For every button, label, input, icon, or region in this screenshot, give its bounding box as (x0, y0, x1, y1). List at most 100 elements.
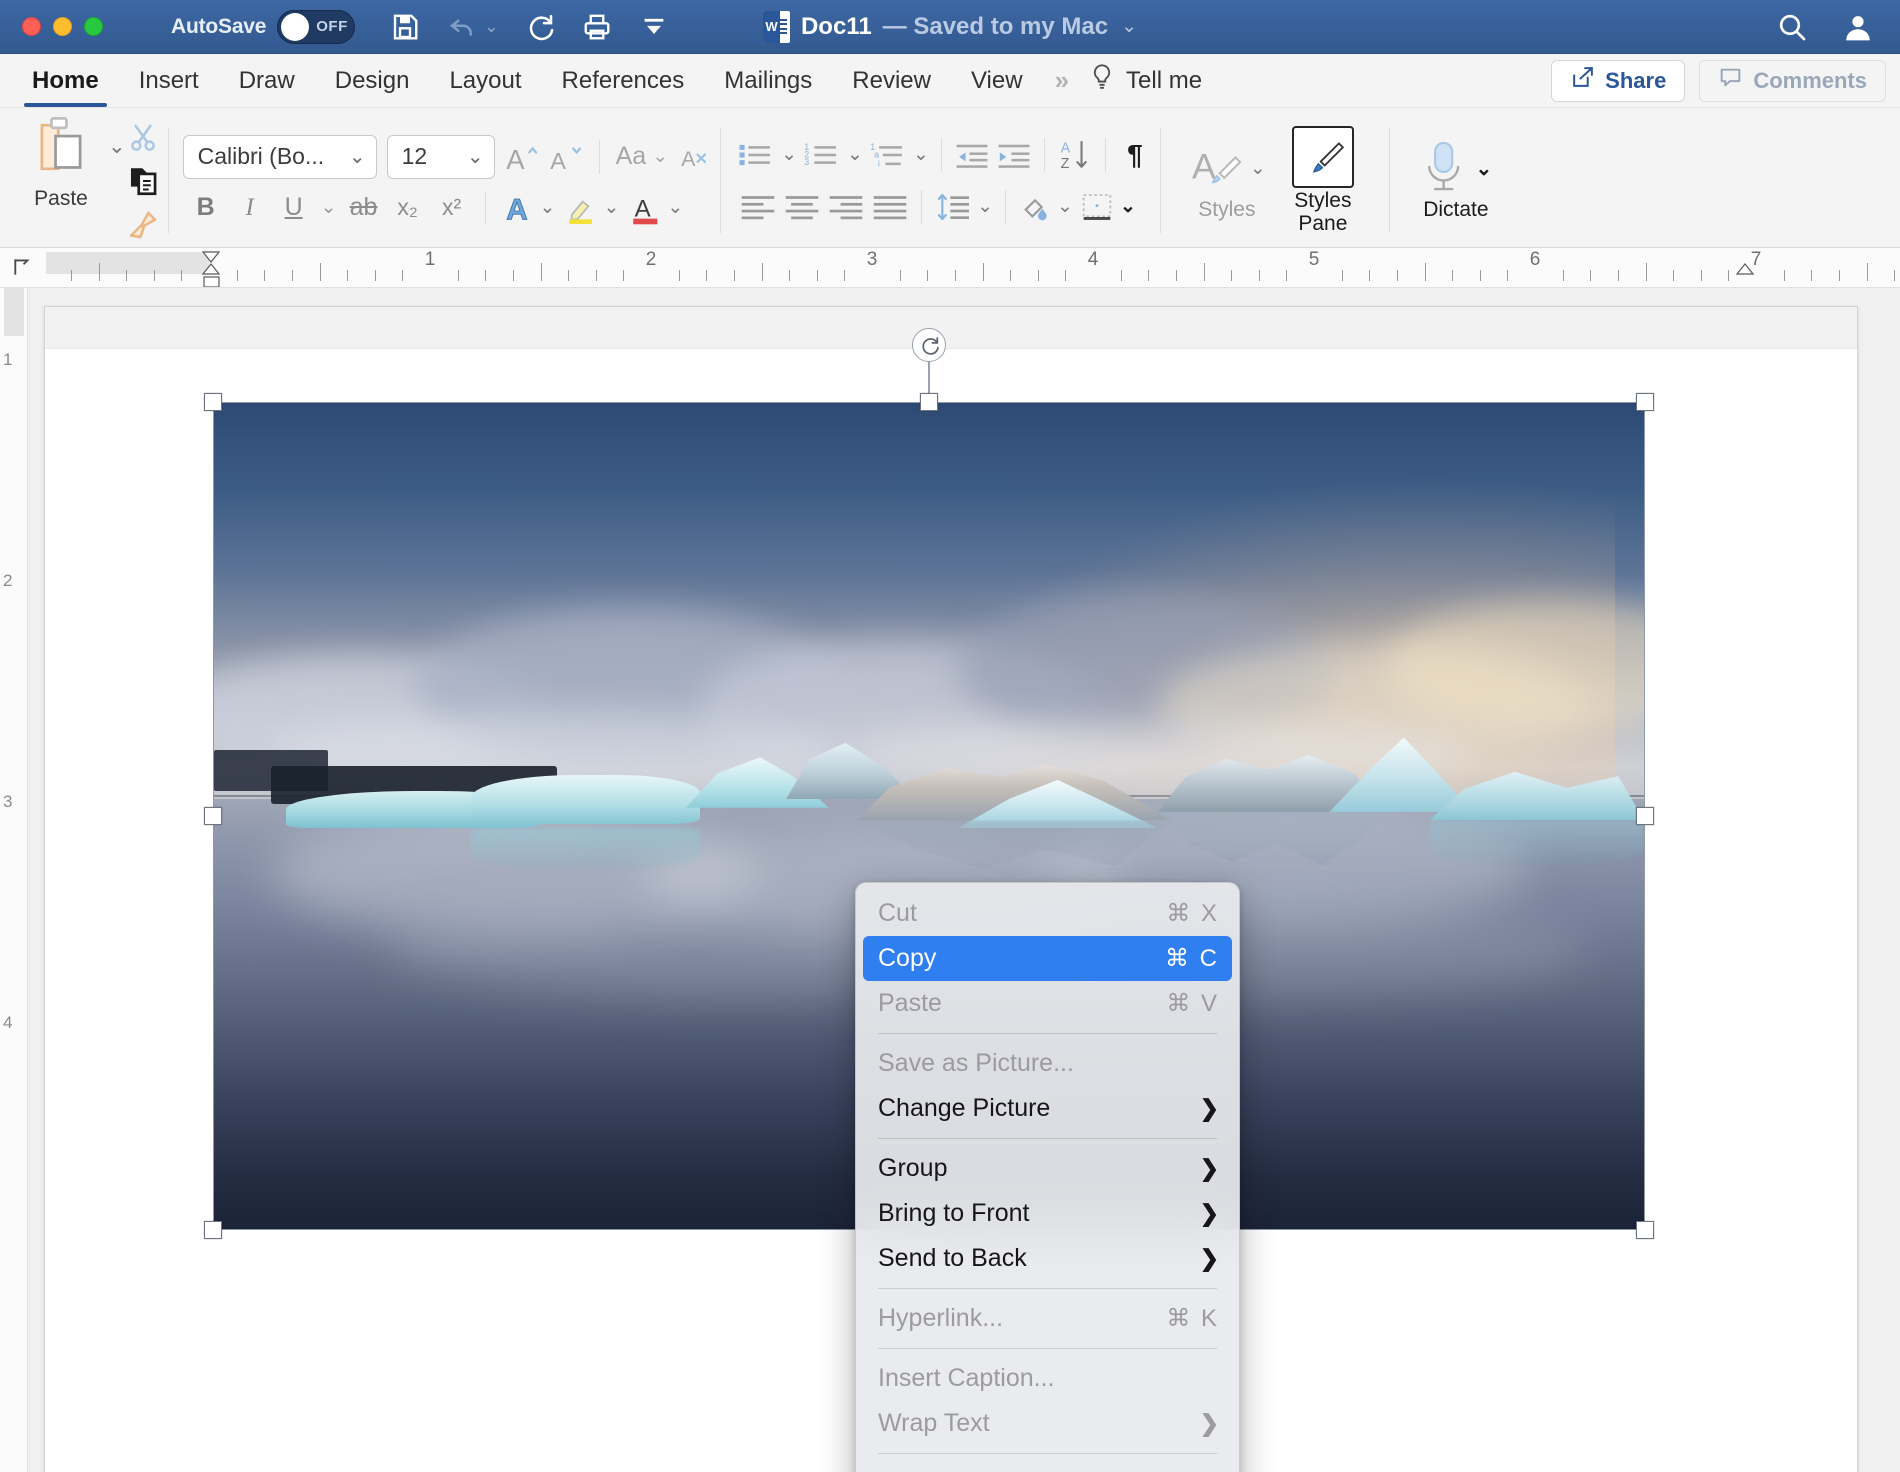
print-icon[interactable] (581, 11, 613, 43)
resize-handle-top-center[interactable] (920, 393, 938, 411)
bold-button[interactable]: B (189, 189, 223, 227)
show-formatting-marks-button[interactable]: ¶ (1118, 136, 1152, 174)
strikethrough-button[interactable]: ab (347, 189, 381, 227)
tab-draw[interactable]: Draw (219, 54, 315, 107)
tell-me-button[interactable]: Tell me (1077, 54, 1214, 107)
styles-pane-button[interactable]: Styles Pane (1275, 126, 1371, 234)
redo-icon[interactable] (524, 11, 556, 43)
page-header-area[interactable] (45, 307, 1857, 349)
picture-context-menu[interactable]: Cut ⌘ X Copy ⌘ C Paste ⌘ V Save as Picture... C… (855, 882, 1240, 1472)
search-icon[interactable] (1776, 11, 1808, 43)
shrink-font-button[interactable]: A (549, 138, 583, 176)
minimize-window-button[interactable] (53, 17, 72, 36)
tab-insert[interactable]: Insert (119, 54, 219, 107)
justify-button[interactable] (871, 188, 909, 226)
styles-chevron-down-icon[interactable]: ⌄ (1250, 157, 1266, 180)
account-icon[interactable] (1842, 11, 1874, 43)
grow-font-button[interactable]: A (505, 138, 539, 176)
autosave-control[interactable]: AutoSave OFF (171, 9, 356, 44)
customize-toolbar-icon[interactable] (638, 11, 670, 43)
highlight-chevron-down-icon[interactable]: ⌄ (603, 196, 619, 219)
dictate-button[interactable]: ⌄ Dictate (1408, 139, 1504, 221)
underline-chevron-down-icon[interactable]: ⌄ (321, 196, 337, 219)
font-family-chevron-down-icon[interactable]: ⌄ (349, 144, 366, 169)
paste-button[interactable]: Paste (18, 114, 104, 211)
font-color-chevron-down-icon[interactable]: ⌄ (667, 196, 683, 219)
numbering-chevron-down-icon[interactable]: ⌄ (847, 143, 863, 166)
decrease-indent-button[interactable] (954, 136, 990, 174)
resize-handle-middle-left[interactable] (204, 807, 222, 825)
font-color-button[interactable]: A ⌄ (629, 189, 683, 227)
context-menu-item-copy[interactable]: Copy ⌘ C (863, 936, 1232, 981)
ribbon-overflow-icon[interactable]: » (1043, 54, 1077, 107)
text-effects-button[interactable]: A ⌄ (502, 189, 556, 227)
change-case-button[interactable]: Aa ⌄ (616, 138, 669, 176)
subscript-button[interactable]: x₂ (391, 189, 425, 227)
document-page[interactable]: Cut ⌘ X Copy ⌘ C Paste ⌘ V Save as Picture... C… (44, 306, 1858, 1472)
left-indent-marker[interactable] (203, 275, 220, 287)
sort-button[interactable]: A Z (1057, 136, 1093, 174)
line-spacing-button[interactable]: ⌄ (934, 188, 993, 226)
context-menu-item-group[interactable]: Group ❯ (863, 1146, 1232, 1191)
font-size-chevron-down-icon[interactable]: ⌄ (467, 144, 484, 169)
multilevel-chevron-down-icon[interactable]: ⌄ (913, 143, 929, 166)
tab-view[interactable]: View (951, 54, 1043, 107)
horizontal-ruler[interactable]: 1234567 (0, 248, 1900, 288)
comments-button[interactable]: Comments (1699, 59, 1886, 102)
resize-handle-bottom-right[interactable] (1636, 1221, 1654, 1239)
borders-chevron-down-icon[interactable]: ⌄ (1120, 195, 1136, 218)
font-size-select[interactable]: 12 ⌄ (386, 134, 495, 179)
bullets-chevron-down-icon[interactable]: ⌄ (781, 143, 797, 166)
bullets-button[interactable] (737, 136, 775, 174)
font-family-select[interactable]: Calibri (Bo... ⌄ (182, 134, 377, 179)
tab-stop-selector[interactable] (8, 252, 38, 282)
ruler-track[interactable]: 1234567 (46, 248, 1900, 287)
styles-button[interactable]: A ⌄ Styles (1179, 139, 1275, 221)
tab-layout[interactable]: Layout (429, 54, 541, 107)
multilevel-list-button[interactable]: 1 a i (869, 136, 907, 174)
document-canvas[interactable]: 1234 Cut ⌘ X Copy ⌘ C Paste ⌘ V Save as … (0, 288, 1900, 1472)
tab-review[interactable]: Review (832, 54, 951, 107)
context-menu-item-change-picture[interactable]: Change Picture ❯ (863, 1086, 1232, 1131)
underline-button[interactable]: U (277, 189, 311, 227)
resize-handle-bottom-left[interactable] (204, 1221, 222, 1239)
undo-dropdown-chevron-icon[interactable]: ⌄ (484, 17, 498, 37)
context-menu-item-bring-to-front[interactable]: Bring to Front ❯ (863, 1191, 1232, 1236)
text-effects-chevron-down-icon[interactable]: ⌄ (540, 196, 556, 219)
maximize-window-button[interactable] (84, 17, 103, 36)
autosave-toggle[interactable]: OFF (277, 9, 356, 44)
tab-design[interactable]: Design (315, 54, 430, 107)
shading-chevron-down-icon[interactable]: ⌄ (1057, 195, 1073, 218)
format-painter-button[interactable] (126, 206, 160, 244)
resize-handle-top-left[interactable] (204, 393, 222, 411)
change-case-chevron-down-icon[interactable]: ⌄ (652, 145, 668, 168)
tab-mailings[interactable]: Mailings (704, 54, 832, 107)
right-indent-marker[interactable] (1735, 263, 1755, 281)
undo-control[interactable]: ⌄ (446, 11, 499, 43)
undo-icon[interactable] (446, 11, 478, 43)
shading-button[interactable]: ⌄ (1018, 188, 1073, 226)
tab-home[interactable]: Home (12, 54, 119, 107)
vertical-ruler[interactable]: 1 2 3 4 (0, 288, 28, 1472)
align-right-button[interactable] (827, 188, 865, 226)
align-left-button[interactable] (739, 188, 777, 226)
document-name[interactable]: Doc11 (801, 13, 872, 41)
save-icon[interactable] (389, 11, 421, 43)
document-title-chevron-down-icon[interactable]: ⌄ (1121, 15, 1137, 38)
share-button[interactable]: Share (1551, 59, 1686, 102)
clear-formatting-button[interactable]: A (678, 138, 712, 176)
resize-handle-middle-right[interactable] (1636, 807, 1654, 825)
paste-dropdown-chevron-icon[interactable]: ⌄ (108, 114, 126, 159)
context-menu-item-send-to-back[interactable]: Send to Back ❯ (863, 1236, 1232, 1281)
close-window-button[interactable] (22, 17, 41, 36)
tab-references[interactable]: References (542, 54, 705, 107)
borders-button[interactable]: ⌄ (1079, 188, 1136, 226)
numbering-button[interactable]: 1 2 3 (803, 136, 841, 174)
cut-button[interactable] (126, 118, 160, 156)
line-spacing-chevron-down-icon[interactable]: ⌄ (977, 195, 993, 218)
increase-indent-button[interactable] (996, 136, 1032, 174)
superscript-button[interactable]: x² (435, 189, 469, 227)
italic-button[interactable]: I (233, 189, 267, 227)
align-center-button[interactable] (783, 188, 821, 226)
dictate-chevron-down-icon[interactable]: ⌄ (1476, 156, 1493, 181)
